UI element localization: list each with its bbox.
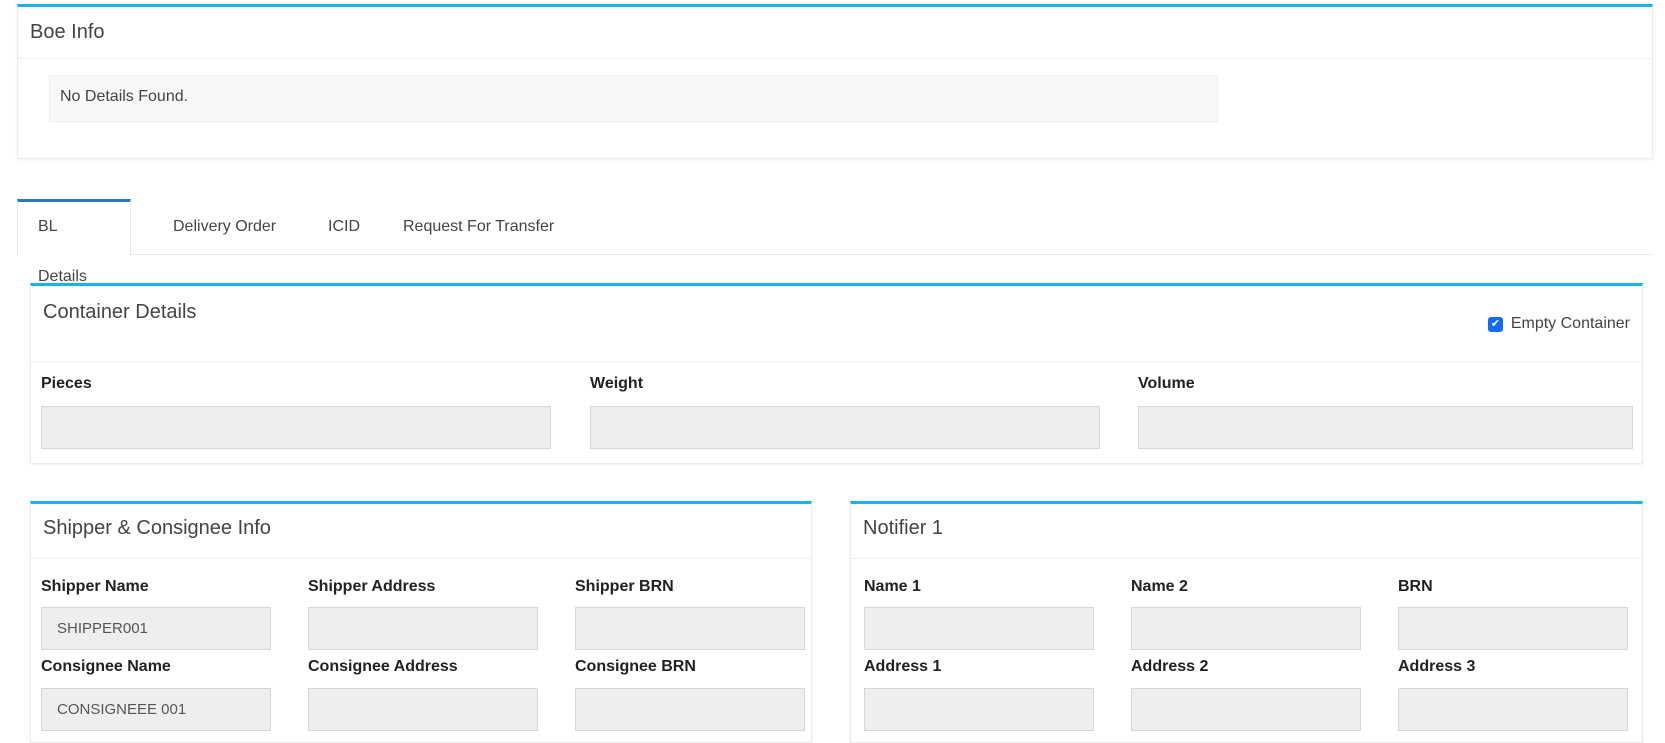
consignee-name-input[interactable]	[41, 688, 271, 731]
container-details-title: Container Details	[43, 301, 197, 323]
empty-container-label: Empty Container	[1510, 315, 1630, 332]
address2-label: Address 2	[1131, 658, 1209, 675]
volume-input[interactable]	[1138, 406, 1633, 449]
empty-container-toggle[interactable]: ✔ Empty Container	[1487, 315, 1630, 333]
no-details-message: No Details Found.	[49, 75, 1218, 122]
address3-label: Address 3	[1398, 658, 1476, 675]
pieces-label: Pieces	[41, 375, 92, 392]
container-details-panel: Container Details ✔ Empty Container Piec…	[30, 283, 1643, 464]
volume-label: Volume	[1138, 375, 1195, 392]
boe-info-header: Boe Info	[18, 7, 1652, 59]
shipper-name-label: Shipper Name	[41, 578, 149, 595]
shipper-consignee-header: Shipper & Consignee Info	[31, 504, 811, 559]
address3-input[interactable]	[1398, 688, 1628, 731]
address1-label: Address 1	[864, 658, 942, 675]
tab-bl-details[interactable]: BL Details	[17, 199, 131, 285]
address2-input[interactable]	[1131, 688, 1361, 731]
consignee-address-input[interactable]	[308, 688, 538, 731]
consignee-brn-input[interactable]	[575, 688, 805, 731]
tab-delivery-order[interactable]: Delivery Order	[153, 199, 296, 255]
tab-icid[interactable]: ICID	[308, 199, 380, 255]
weight-label: Weight	[590, 375, 644, 392]
consignee-name-label: Consignee Name	[41, 658, 171, 675]
container-details-header: Container Details ✔ Empty Container	[31, 286, 1642, 362]
boe-info-panel: Boe Info No Details Found.	[17, 4, 1653, 159]
name1-input[interactable]	[864, 607, 1094, 650]
shipper-brn-input[interactable]	[575, 607, 805, 650]
brn-input[interactable]	[1398, 607, 1628, 650]
notifier-header: Notifier 1	[851, 504, 1642, 559]
tab-request-for-transfer[interactable]: Request For Transfer	[383, 199, 574, 255]
consignee-brn-label: Consignee BRN	[575, 658, 696, 675]
shipper-name-input[interactable]	[41, 607, 271, 650]
name2-input[interactable]	[1131, 607, 1361, 650]
shipper-consignee-title: Shipper & Consignee Info	[43, 517, 271, 539]
name1-label: Name 1	[864, 578, 921, 595]
shipper-address-label: Shipper Address	[308, 578, 436, 595]
notifier-panel: Notifier 1 Name 1 Name 2 BRN Address 1 A…	[850, 501, 1643, 743]
notifier-title: Notifier 1	[863, 517, 944, 539]
details-tabs: BL Details Delivery Order ICID Request F…	[17, 199, 1653, 285]
shipper-brn-label: Shipper BRN	[575, 578, 674, 595]
boe-info-title: Boe Info	[30, 21, 105, 43]
address1-input[interactable]	[864, 688, 1094, 731]
pieces-input[interactable]	[41, 406, 551, 449]
empty-container-checkbox[interactable]: ✔	[1487, 316, 1503, 332]
shipper-consignee-panel: Shipper & Consignee Info Shipper Name Sh…	[30, 501, 812, 743]
brn-label: BRN	[1398, 578, 1433, 595]
shipper-address-input[interactable]	[308, 607, 538, 650]
weight-input[interactable]	[590, 406, 1100, 449]
name2-label: Name 2	[1131, 578, 1188, 595]
consignee-address-label: Consignee Address	[308, 658, 458, 675]
